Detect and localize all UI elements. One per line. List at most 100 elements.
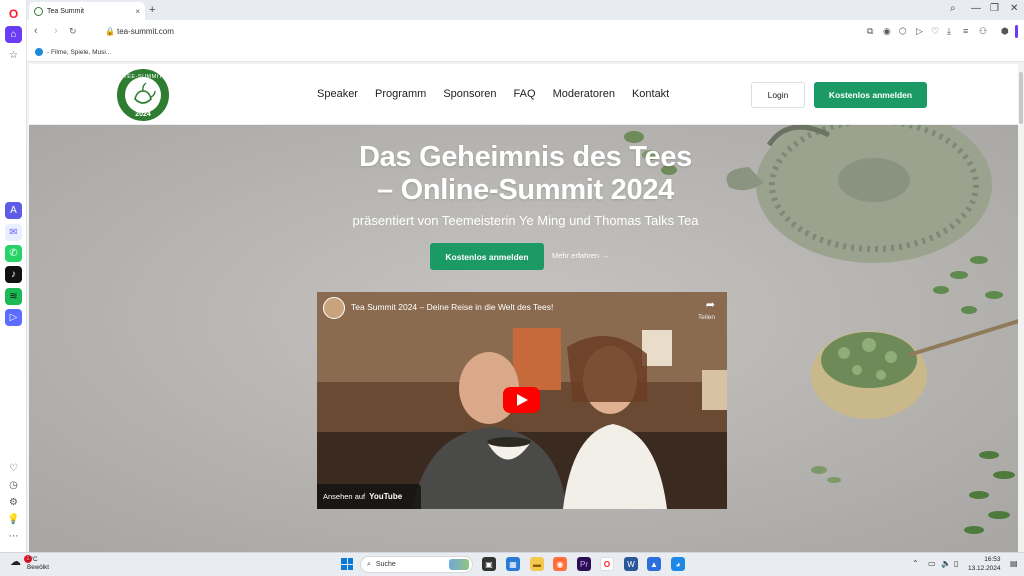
more-icon[interactable]: ⋯ xyxy=(5,528,22,545)
nav-programm[interactable]: Programm xyxy=(375,88,426,100)
tab-close-icon[interactable]: × xyxy=(135,7,140,16)
weather-text[interactable]: 2°C Bewölkt xyxy=(27,556,49,572)
favorite-icon[interactable]: ♡ xyxy=(931,26,939,37)
youtube-logo-text: YouTube xyxy=(369,492,403,501)
hero-subtitle: präsentiert von Teemeisterin Ye Ming und… xyxy=(352,213,699,228)
site-logo[interactable]: TEE-SUMMIT 2024 xyxy=(117,69,169,121)
camera-icon[interactable]: ◉ xyxy=(883,26,891,37)
opera-taskbar-icon[interactable]: O xyxy=(600,557,614,571)
tray-chevron-icon[interactable]: ⌃ xyxy=(912,559,919,568)
address-bar: ‹ › ↻ 🔒 tea-summit.com ⧉ ◉ ⬡ ▷ ♡ ⤓ ≡ ⚇ ⬢ xyxy=(27,20,1024,44)
restore-icon[interactable]: ❐ xyxy=(990,3,999,14)
menu-icon[interactable]: ≡ xyxy=(963,26,968,36)
clock-date: 13.12.2024 xyxy=(968,565,1001,572)
messenger-icon[interactable]: ✉ xyxy=(5,224,22,241)
heart-icon[interactable]: ♡ xyxy=(5,460,22,477)
nav-sponsoren[interactable]: Sponsoren xyxy=(443,88,496,100)
share-label[interactable]: Teilen xyxy=(698,314,715,321)
aria-icon[interactable]: A xyxy=(5,202,22,219)
home-icon[interactable]: ⌂ xyxy=(5,26,22,43)
firefox-icon[interactable]: ◉ xyxy=(553,557,567,571)
cloud-icon: ☁ xyxy=(10,556,21,568)
bookmark-icon xyxy=(35,48,43,56)
windows-taskbar: ☁ 1 2°C Bewölkt ⌕ Suche ▣ ▦ ▬ ◉ Pr O W ▲… xyxy=(0,552,1024,576)
hero-title: Das Geheimnis des Tees – Online-Summit 2… xyxy=(29,141,1022,207)
pin-icon[interactable]: ☆ xyxy=(5,47,22,64)
bookmarks-bar: - Filme, Spiele, Musi... xyxy=(27,44,1024,62)
nav-faq[interactable]: FAQ xyxy=(514,88,536,100)
vpn-icon[interactable]: ⬡ xyxy=(899,26,907,37)
weather-temp: 2°C xyxy=(27,556,38,563)
lock-icon[interactable]: 🔒 xyxy=(105,27,115,36)
taskbar-search[interactable]: ⌕ Suche xyxy=(360,556,473,573)
nav-moderatoren[interactable]: Moderatoren xyxy=(553,88,615,100)
nav-kontakt[interactable]: Kontakt xyxy=(632,88,669,100)
windows-start-icon[interactable] xyxy=(341,558,353,570)
clock-time: 16:53 xyxy=(984,556,1001,563)
close-window-icon[interactable]: ✕ xyxy=(1010,3,1018,14)
notifications-icon[interactable]: ▤ xyxy=(1010,559,1018,568)
hero-title-line1: Das Geheimnis des Tees xyxy=(359,141,692,173)
word-icon[interactable]: W xyxy=(624,557,638,571)
sidebar-toggle-icon[interactable] xyxy=(1015,25,1018,38)
battery-icon[interactable]: ▯ xyxy=(954,559,958,568)
taskbar-search-label: Suche xyxy=(375,561,396,568)
minimize-icon[interactable]: — xyxy=(971,3,981,14)
profile-icon[interactable]: ⚇ xyxy=(979,26,987,37)
hero-register-button[interactable]: Kostenlos anmelden xyxy=(430,243,544,270)
teapot-icon xyxy=(125,77,161,113)
volume-icon[interactable]: 🔈 xyxy=(941,559,951,568)
app-icon[interactable]: ▲ xyxy=(647,557,661,571)
search-highlight-icon xyxy=(449,559,469,570)
widgets-icon[interactable]: ▦ xyxy=(506,557,520,571)
app-icon-2[interactable]: ◕ xyxy=(671,557,685,571)
video-player[interactable]: Tea Summit 2024 – Deine Reise in die Wel… xyxy=(317,292,727,509)
opera-logo-icon[interactable]: O xyxy=(5,5,22,22)
tips-icon[interactable]: 💡 xyxy=(5,511,22,528)
bookmark-item[interactable]: - Filme, Spiele, Musi... xyxy=(35,48,111,56)
youtube-play-icon[interactable] xyxy=(503,387,540,413)
channel-avatar[interactable] xyxy=(323,297,345,319)
logo-year: 2024 xyxy=(135,111,151,118)
hero-section: Das Geheimnis des Tees – Online-Summit 2… xyxy=(29,125,1022,552)
nav-speaker[interactable]: Speaker xyxy=(317,88,358,100)
tab-strip: Tea Summit × + ⌕ — ❐ ✕ xyxy=(27,0,1024,20)
login-button[interactable]: Login xyxy=(751,82,805,108)
reload-icon[interactable]: ↻ xyxy=(69,26,77,37)
back-icon[interactable]: ‹ xyxy=(34,25,38,37)
play-icon[interactable]: ▷ xyxy=(916,26,923,37)
network-icon[interactable]: ▭ xyxy=(928,559,936,568)
watch-on-youtube-button[interactable]: Ansehen auf YouTube xyxy=(317,484,421,509)
site-favicon-icon xyxy=(34,6,43,16)
url-field[interactable]: tea-summit.com xyxy=(117,27,174,36)
forward-icon[interactable]: › xyxy=(54,25,58,37)
hero-title-line2: – Online-Summit 2024 xyxy=(377,174,674,206)
snapshot-icon[interactable]: ⧉ xyxy=(867,26,873,37)
whatsapp-icon[interactable]: ✆ xyxy=(5,245,22,262)
file-explorer-icon[interactable]: ▬ xyxy=(530,557,544,571)
video-title[interactable]: Tea Summit 2024 – Deine Reise in die Wel… xyxy=(351,302,553,312)
tab-tea-summit[interactable]: Tea Summit × xyxy=(29,2,145,20)
system-clock[interactable]: 16:53 13.12.2024 xyxy=(968,555,1001,573)
register-button[interactable]: Kostenlos anmelden xyxy=(814,82,927,108)
weather-condition: Bewölkt xyxy=(27,564,50,571)
settings-icon[interactable]: ⚙ xyxy=(5,494,22,511)
main-nav: Speaker Programm Sponsoren FAQ Moderator… xyxy=(317,88,669,100)
scrollbar-thumb[interactable] xyxy=(1019,72,1023,124)
download-icon[interactable]: ⤓ xyxy=(947,26,951,37)
bookmark-label: - Filme, Spiele, Musi... xyxy=(47,48,112,56)
page-scrollbar[interactable] xyxy=(1018,62,1024,552)
learn-more-link[interactable]: Mehr erfahren → xyxy=(552,251,609,260)
history-icon[interactable]: ◷ xyxy=(5,477,22,494)
player-icon[interactable]: ▷ xyxy=(5,309,22,326)
tiktok-icon[interactable]: ♪ xyxy=(5,266,22,283)
extensions-icon[interactable]: ⬢ xyxy=(1001,26,1009,37)
task-view-icon[interactable]: ▣ xyxy=(482,557,496,571)
watch-on-label: Ansehen auf xyxy=(323,492,366,501)
premiere-icon[interactable]: Pr xyxy=(577,557,591,571)
spotify-icon[interactable]: ≋ xyxy=(5,288,22,305)
search-tabs-icon[interactable]: ⌕ xyxy=(950,3,956,14)
site-header: TEE-SUMMIT 2024 Speaker Programm Sponsor… xyxy=(29,64,1022,125)
share-icon[interactable]: ➦ xyxy=(706,298,715,311)
new-tab-button[interactable]: + xyxy=(149,4,155,16)
